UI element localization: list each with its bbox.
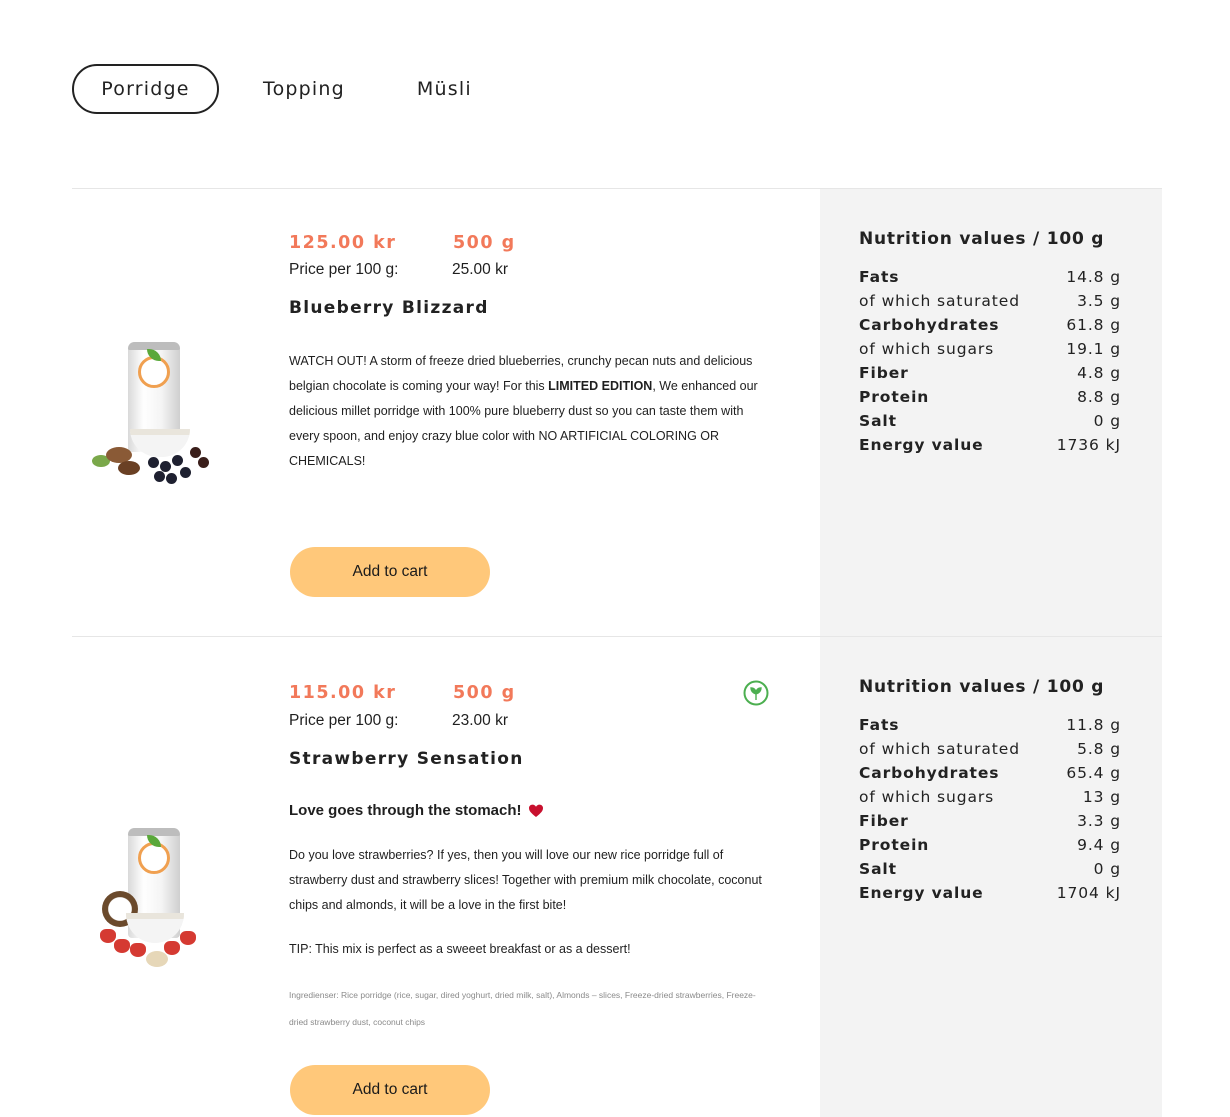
nutrition-row: Salt 0 g [859, 860, 1121, 878]
product-tip: TIP: This mix is perfect as a sweeet bre… [289, 942, 631, 956]
nutrition-row: Fats 11.8 g [859, 716, 1121, 734]
limited-edition-label: LIMITED EDITION [548, 379, 653, 393]
tab-topping[interactable]: Topping [263, 64, 345, 114]
nutrition-row: of which saturated 3.5 g [859, 292, 1121, 310]
nutrition-row: of which sugars 13 g [859, 788, 1121, 806]
category-tabs: Porridge Topping Müsli [72, 64, 472, 114]
nutrition-row: Energy value 1704 kJ [859, 884, 1121, 902]
nutrition-title: Nutrition values / 100 g [859, 677, 1105, 697]
nutrition-row: of which saturated 5.8 g [859, 740, 1121, 758]
product-image[interactable] [96, 825, 206, 975]
nutrition-row: Carbohydrates 61.8 g [859, 316, 1121, 334]
nutrition-title: Nutrition values / 100 g [859, 229, 1105, 249]
nutrition-panel: Nutrition values / 100 g Fats 14.8 g of w… [820, 189, 1162, 636]
nutrition-table: Fats 14.8 g of which saturated 3.5 g Carbo… [859, 265, 1121, 457]
product-weight: 500 g [453, 683, 516, 703]
price-per-label: Price per 100 g: [289, 712, 399, 729]
product-card-blueberry-blizzard: 125.00 kr 500 g Price per 100 g: 25.00 k… [72, 188, 1162, 636]
tab-porridge[interactable]: Porridge [72, 64, 219, 114]
nutrition-row: Salt 0 g [859, 412, 1121, 430]
price-per-value: 25.00 kr [452, 261, 509, 278]
nutrition-row: Protein 8.8 g [859, 388, 1121, 406]
product-price: 125.00 kr [289, 233, 397, 253]
product-description: WATCH OUT! A storm of freeze dried blueb… [289, 354, 758, 468]
vegan-icon [743, 680, 769, 706]
product-weight: 500 g [453, 233, 516, 253]
product-image[interactable] [86, 339, 211, 489]
product-description: Do you love strawberries? If yes, then y… [289, 848, 762, 912]
product-name: Blueberry Blizzard [289, 298, 489, 318]
tab-musli[interactable]: Müsli [417, 64, 472, 114]
product-tagline: Love goes through the stomach! [289, 802, 544, 819]
product-name: Strawberry Sensation [289, 749, 524, 769]
product-ingredients: Ingredienser: Rice porridge (rice, sugar… [289, 990, 756, 1027]
nutrition-row: Carbohydrates 65.4 g [859, 764, 1121, 782]
nutrition-panel: Nutrition values / 100 g Fats 11.8 g of w… [820, 637, 1162, 1117]
add-to-cart-button[interactable]: Add to cart [290, 547, 490, 597]
nutrition-table: Fats 11.8 g of which saturated 5.8 g Carbo… [859, 713, 1121, 905]
heart-icon [528, 804, 543, 817]
nutrition-row: Fiber 3.3 g [859, 812, 1121, 830]
nutrition-row: Fiber 4.8 g [859, 364, 1121, 382]
add-to-cart-button[interactable]: Add to cart [290, 1065, 490, 1115]
product-card-strawberry-sensation: 115.00 kr 500 g Price per 100 g: 23.00 k… [72, 636, 1162, 1117]
nutrition-row: Protein 9.4 g [859, 836, 1121, 854]
product-price: 115.00 kr [289, 683, 397, 703]
nutrition-row: of which sugars 19.1 g [859, 340, 1121, 358]
nutrition-row: Fats 14.8 g [859, 268, 1121, 286]
price-per-value: 23.00 kr [452, 712, 509, 729]
nutrition-row: Energy value 1736 kJ [859, 436, 1121, 454]
price-per-label: Price per 100 g: [289, 261, 399, 278]
